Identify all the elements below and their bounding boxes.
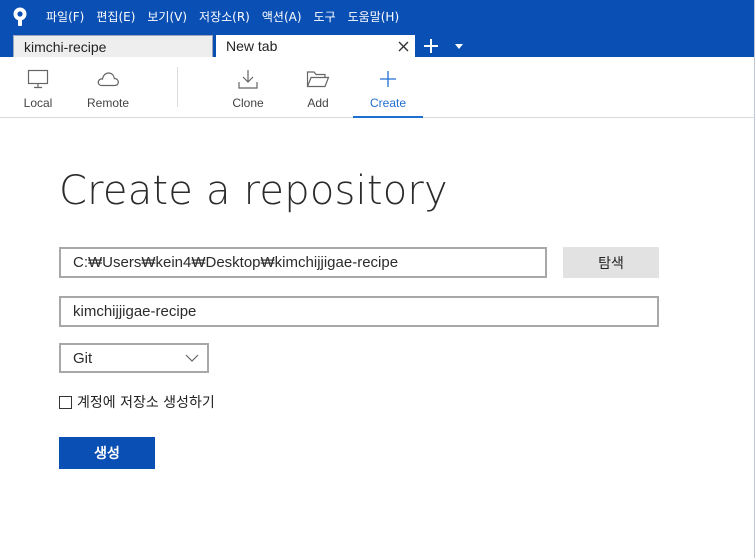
chevron-down-icon[interactable] xyxy=(450,36,468,56)
destination-path-input[interactable]: C:₩Users₩kein4₩Desktop₩kimchijjigae-reci… xyxy=(59,247,547,278)
remote-button[interactable]: Remote xyxy=(82,57,134,118)
download-icon xyxy=(235,66,261,92)
sourcetree-logo-icon xyxy=(13,7,27,26)
active-indicator xyxy=(353,116,423,118)
menu-repository[interactable]: 저장소(R) xyxy=(199,8,250,25)
monitor-icon xyxy=(25,66,51,92)
menu-view[interactable]: 보기(V) xyxy=(147,8,187,25)
checkbox-label: 계정에 저장소 생성하기 xyxy=(77,395,215,411)
toolbar: Local Remote Clone Add Create xyxy=(0,57,755,118)
menu-tools[interactable]: 도구 xyxy=(314,8,336,25)
menu-bar: 파일(F) 편집(E) 보기(V) 저장소(R) 액션(A) 도구 도움말(H) xyxy=(0,0,755,33)
add-label: Add xyxy=(307,96,329,110)
tab-label: kimchi-recipe xyxy=(24,38,107,55)
local-button[interactable]: Local xyxy=(14,57,62,118)
browse-button[interactable]: 탐색 xyxy=(563,247,659,278)
add-button[interactable]: Add xyxy=(294,57,342,118)
tab-bar: kimchi-recipe New tab xyxy=(0,33,755,57)
menu-edit[interactable]: 편집(E) xyxy=(96,8,135,25)
menu: 파일(F) 편집(E) 보기(V) 저장소(R) 액션(A) 도구 도움말(H) xyxy=(46,0,411,33)
close-icon[interactable] xyxy=(395,35,411,57)
menu-file[interactable]: 파일(F) xyxy=(46,8,84,25)
create-on-account-checkbox[interactable]: 계정에 저장소 생성하기 xyxy=(59,392,215,412)
cloud-icon xyxy=(95,66,121,92)
page-title: Create a repository xyxy=(59,168,448,214)
checkbox-box[interactable] xyxy=(59,396,72,409)
toolbar-divider xyxy=(177,67,178,107)
create-tab-button[interactable]: Create xyxy=(353,57,423,118)
create-label: Create xyxy=(369,96,407,110)
vcs-type-select[interactable]: Git xyxy=(59,343,209,373)
clone-label: Clone xyxy=(232,96,264,110)
tab-label: New tab xyxy=(226,38,278,54)
chevron-down-icon xyxy=(185,354,199,362)
new-tab-plus-icon[interactable] xyxy=(421,36,441,56)
clone-button[interactable]: Clone xyxy=(224,57,272,118)
tab-new-tab[interactable]: New tab xyxy=(216,35,415,57)
folder-open-icon xyxy=(305,66,331,92)
local-label: Local xyxy=(23,96,53,110)
menu-help[interactable]: 도움말(H) xyxy=(348,8,400,25)
create-button[interactable]: 생성 xyxy=(59,437,155,469)
tab-kimchi-recipe[interactable]: kimchi-recipe xyxy=(13,35,213,57)
menu-actions[interactable]: 액션(A) xyxy=(262,8,302,25)
repository-name-input[interactable]: kimchijjigae-recipe xyxy=(59,296,659,327)
vcs-selected-value: Git xyxy=(73,349,93,367)
plus-icon xyxy=(375,66,401,92)
remote-label: Remote xyxy=(86,96,130,110)
